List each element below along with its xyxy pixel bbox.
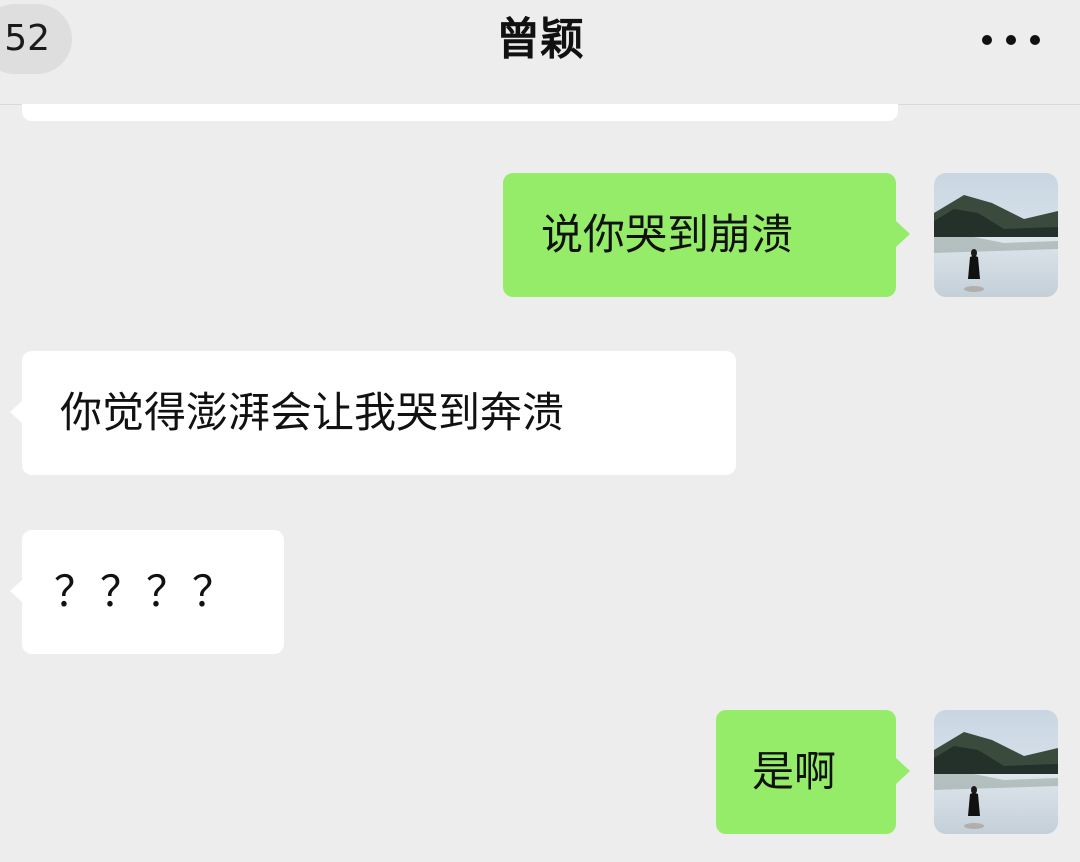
bubble-tail [10, 401, 22, 423]
user-avatar[interactable] [934, 173, 1058, 297]
message-text: 说你哭到崩溃 [541, 210, 794, 259]
bubble-tail [10, 580, 22, 602]
message-bubble-outgoing[interactable]: 是啊 [716, 710, 910, 834]
message-text: 你觉得澎湃会让我哭到奔溃 [60, 388, 565, 437]
more-dots-icon[interactable] [982, 24, 1042, 54]
user-avatar[interactable] [934, 710, 1058, 834]
message-bubble-outgoing[interactable]: 说你哭到崩溃 [503, 173, 910, 297]
message-text: 是啊 [752, 747, 837, 796]
landscape-avatar-icon [934, 173, 1058, 297]
landscape-avatar-icon [934, 710, 1058, 834]
chat-title: 曾颖 [496, 14, 584, 65]
bubble-tail [896, 221, 910, 247]
bubble-tail [896, 758, 910, 784]
previous-message-edge [22, 104, 898, 121]
message-bubble-incoming[interactable]: 你觉得澎湃会让我哭到奔溃 [10, 351, 736, 475]
message-bubble-incoming[interactable]: ？？？？ [10, 530, 284, 654]
chat-header: 52 曾颖 [0, 0, 1080, 105]
message-text: ？？？？ [54, 567, 239, 616]
